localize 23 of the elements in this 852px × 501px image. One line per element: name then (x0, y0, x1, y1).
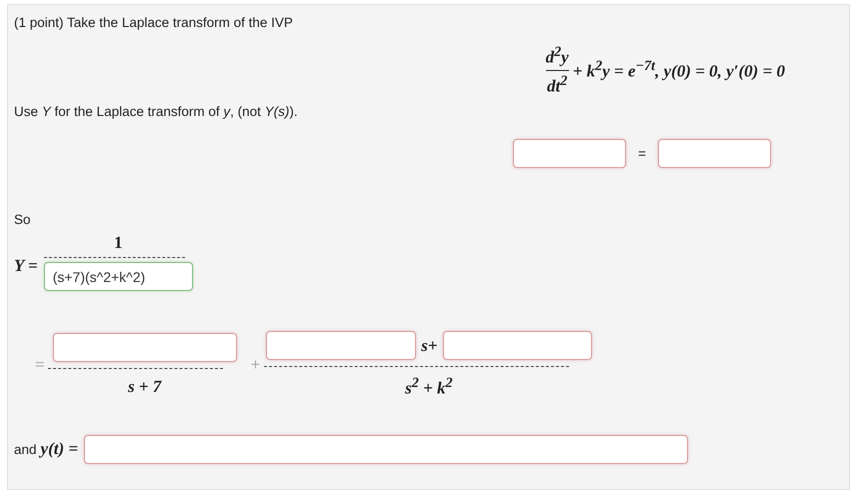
derivative-numerator: d$^{2}$y (546, 44, 569, 68)
math-label: y(t) = (40, 439, 78, 460)
numerator-text: 1 (114, 233, 122, 254)
equals-sign: = (35, 355, 45, 376)
plus-sign: + (250, 355, 260, 376)
answer-field[interactable]: (s+7)(s^2+k^2) (44, 262, 193, 292)
math-label: s+ (421, 336, 438, 356)
denominator-text: s$^{2}$ + k$^{2}$ (405, 375, 453, 399)
derivative-denominator: dt$^{2}$ (547, 72, 568, 96)
math-label: Y = (14, 256, 38, 276)
and-label: and (14, 442, 37, 457)
instruction-text: Use Y for the Laplace transform of y, (not Y(s)). (14, 104, 299, 120)
equals-sign: = (638, 146, 646, 162)
answer-field[interactable] (84, 434, 688, 464)
answer-field[interactable] (52, 333, 237, 362)
so-label: So (14, 212, 32, 228)
answer-field[interactable] (442, 331, 592, 360)
answer-field[interactable] (658, 139, 771, 168)
intro-text: (1 point) Take the Laplace transform of the IVP (14, 15, 294, 30)
answer-field[interactable] (266, 331, 416, 360)
equation-text: + k$^{2}$y = e$^{−7t}$, y(0) = 0, y′(0) = 0 (572, 58, 785, 82)
denominator-text: s + 7 (128, 377, 162, 398)
answer-field[interactable] (513, 139, 626, 168)
